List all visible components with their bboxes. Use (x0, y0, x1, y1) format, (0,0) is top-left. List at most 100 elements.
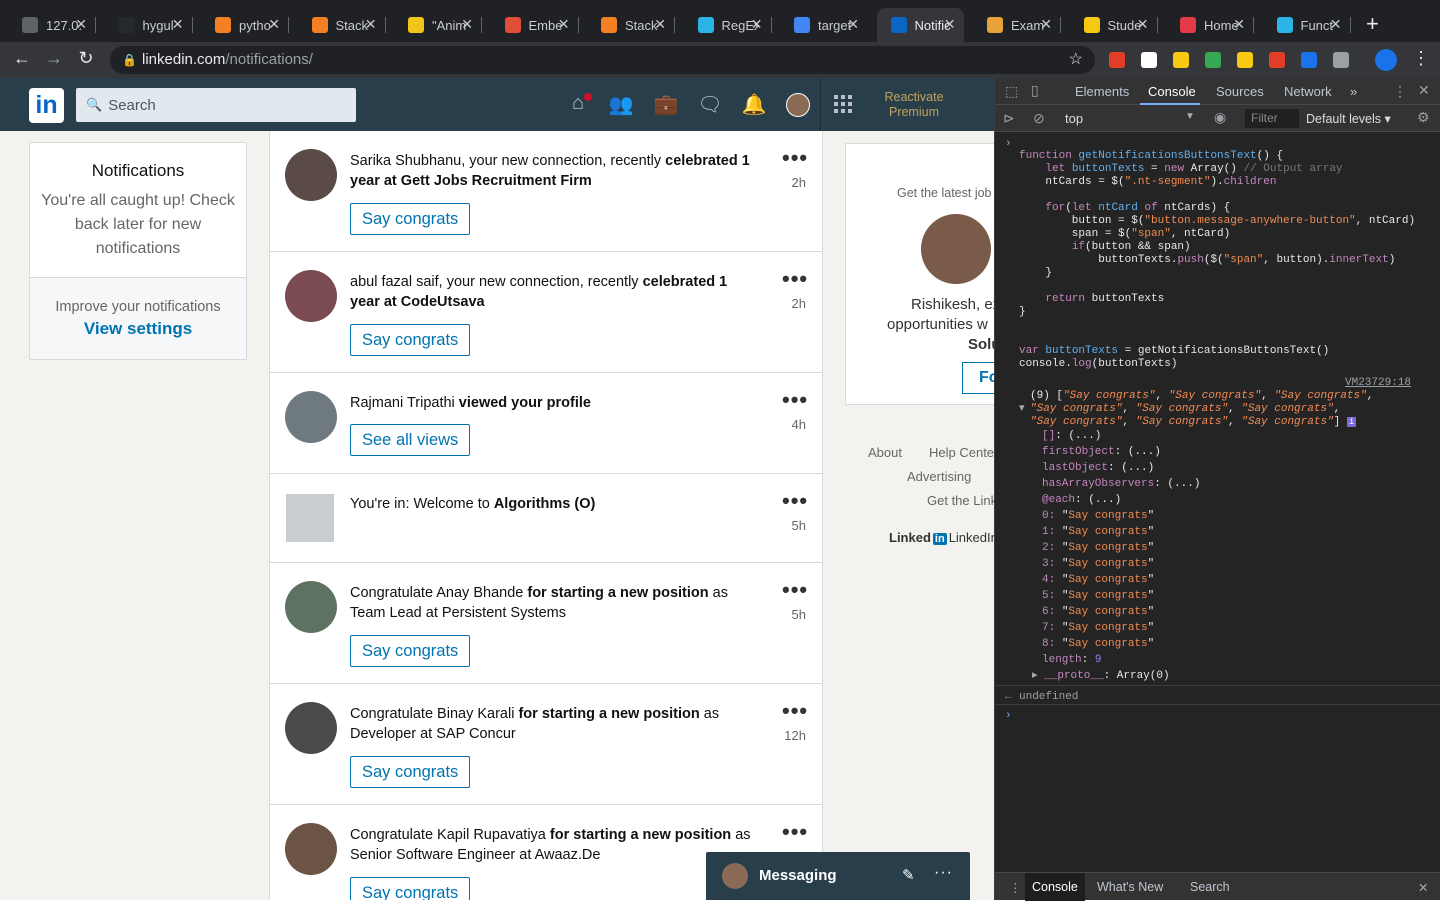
browser-tab[interactable]: Home ✕ (1166, 8, 1254, 42)
notification-text[interactable]: Rajmani Tripathi viewed your profile (350, 393, 760, 413)
tab-close-icon[interactable]: ✕ (75, 16, 87, 33)
footer-help-link[interactable]: Help Center (929, 445, 994, 460)
bookmark-star-icon[interactable]: ☆ (1069, 46, 1083, 74)
notification-avatar[interactable] (285, 581, 337, 633)
say-congrats-button[interactable]: Say congrats (350, 203, 471, 235)
view-settings-link[interactable]: View settings (30, 319, 246, 339)
follow-button[interactable]: Fo (962, 362, 994, 394)
notification-card[interactable]: Congratulate Binay Karali for starting a… (270, 684, 822, 805)
say-congrats-button[interactable]: Say congrats (350, 324, 471, 356)
extension-icon[interactable] (1301, 52, 1317, 68)
notification-card[interactable]: abul fazal saif, your new connection, re… (270, 252, 822, 373)
browser-tab[interactable]: target ✕ (780, 8, 867, 42)
compose-icon[interactable]: ✎ (902, 866, 915, 884)
notification-text[interactable]: Congratulate Kapil Rupavatiya for starti… (350, 825, 760, 865)
me-avatar[interactable] (786, 93, 810, 117)
settings-gear-icon[interactable]: ⚙ (1417, 109, 1430, 126)
jobs-icon[interactable]: 💼 (653, 92, 679, 118)
say-congrats-button[interactable]: Say congrats (350, 877, 471, 900)
notification-avatar[interactable] (285, 702, 337, 754)
see-all-views-button[interactable]: See all views (350, 424, 471, 456)
drawer-tab-console[interactable]: Console (1025, 873, 1085, 901)
notification-avatar[interactable] (285, 391, 337, 443)
notification-text[interactable]: You're in: Welcome to Algorithms (O) (350, 494, 760, 514)
notification-card[interactable]: Congratulate Anay Bhande for starting a … (270, 563, 822, 684)
notification-card[interactable]: Sarika Shubhanu, your new connection, re… (270, 131, 822, 252)
browser-tab[interactable]: Exam ✕ (973, 8, 1061, 42)
tab-close-icon[interactable]: ✕ (847, 16, 859, 33)
notification-avatar[interactable] (285, 270, 337, 322)
notification-card[interactable]: Rajmani Tripathi viewed your profile ••• 4… (270, 373, 822, 474)
drawer-menu-icon[interactable]: ⋮ (1009, 880, 1022, 895)
more-options-icon[interactable]: ••• (782, 698, 808, 724)
drawer-close-icon[interactable]: ✕ (1418, 880, 1428, 895)
tab-close-icon[interactable]: ✕ (268, 16, 280, 33)
browser-tab[interactable]: Stack ✕ (298, 8, 386, 42)
browser-tab[interactable]: hygul ✕ (105, 8, 193, 42)
search-input[interactable]: 🔍 Search (76, 88, 356, 122)
console-prompt-icon[interactable]: › (1005, 710, 1012, 723)
drawer-tab-search[interactable]: Search (1190, 880, 1230, 894)
extension-icon[interactable] (1173, 52, 1189, 68)
extension-icon[interactable] (1109, 52, 1125, 68)
work-grid-icon[interactable] (834, 95, 852, 113)
tab-close-icon[interactable]: ✕ (461, 16, 473, 33)
clear-console-icon[interactable]: ⊘ (1033, 110, 1045, 127)
browser-menu-icon[interactable]: ⋮ (1412, 48, 1430, 69)
browser-tab[interactable]: Stack ✕ (587, 8, 675, 42)
notification-card[interactable]: You're in: Welcome to Algorithms (O) ••• 5… (270, 474, 822, 563)
notification-text[interactable]: Congratulate Anay Bhande for starting a … (350, 583, 760, 623)
browser-tab[interactable]: Embe ✕ (491, 8, 579, 42)
devtools-tab-network[interactable]: Network (1284, 84, 1332, 99)
tab-close-icon[interactable]: ✕ (1330, 16, 1342, 33)
tab-close-icon[interactable]: ✕ (1137, 16, 1149, 33)
notifications-bell-icon[interactable]: 🔔 (741, 92, 767, 118)
console-filter-input[interactable]: Filter (1245, 109, 1299, 128)
devtools-menu-icon[interactable]: ⋮ (1393, 83, 1407, 100)
more-options-icon[interactable]: ••• (782, 145, 808, 171)
notification-text[interactable]: Congratulate Binay Karali for starting a… (350, 704, 760, 744)
more-options-icon[interactable]: ••• (782, 819, 808, 845)
drawer-tab-whats-new[interactable]: What's New (1097, 880, 1163, 894)
more-tabs-icon[interactable]: » (1350, 84, 1357, 99)
live-expression-eye-icon[interactable]: ◉ (1214, 109, 1226, 126)
group-icon[interactable] (286, 494, 334, 542)
notification-avatar[interactable] (285, 149, 337, 201)
notification-avatar[interactable] (285, 823, 337, 875)
footer-get-app-link[interactable]: Get the Link (927, 493, 994, 508)
say-congrats-button[interactable]: Say congrats (350, 635, 471, 667)
notification-text[interactable]: abul fazal saif, your new connection, re… (350, 272, 760, 312)
extension-icon[interactable] (1269, 52, 1285, 68)
tab-close-icon[interactable]: ✕ (654, 16, 666, 33)
more-options-icon[interactable]: ••• (782, 488, 808, 514)
forward-icon[interactable]: → (42, 48, 66, 69)
profile-avatar[interactable] (1375, 49, 1397, 71)
messaging-bar[interactable]: Messaging ✎ ··· (706, 852, 970, 900)
proto-line[interactable]: ▸ __proto__: Array(0) (1032, 670, 1170, 683)
messaging-more-icon[interactable]: ··· (934, 864, 953, 882)
linkedin-logo[interactable]: in (29, 88, 64, 123)
device-toolbar-icon[interactable]: ▯ (1031, 82, 1039, 99)
browser-tab[interactable]: 127.0. ✕ (8, 8, 96, 42)
more-options-icon[interactable]: ••• (782, 266, 808, 292)
extension-icon[interactable] (1205, 52, 1221, 68)
console-output[interactable]: › function getNotificationsButtonsText()… (995, 132, 1440, 872)
devtools-tab-sources[interactable]: Sources (1216, 84, 1264, 99)
sidebar-toggle-icon[interactable]: ⊳ (1003, 110, 1015, 127)
back-icon[interactable]: ← (10, 48, 34, 69)
context-selector[interactable]: top (1065, 111, 1083, 126)
browser-tab[interactable]: Funct ✕ (1263, 8, 1351, 42)
messaging-icon[interactable]: 🗨 (697, 92, 723, 118)
notification-text[interactable]: Sarika Shubhanu, your new connection, re… (350, 151, 760, 191)
devtools-tab-elements[interactable]: Elements (1075, 84, 1129, 99)
inspect-element-icon[interactable]: ⬚ (1005, 83, 1018, 100)
footer-about-link[interactable]: About (868, 445, 902, 460)
say-congrats-button[interactable]: Say congrats (350, 756, 471, 788)
tab-close-icon[interactable]: ✕ (558, 16, 570, 33)
tab-close-icon[interactable]: ✕ (172, 16, 184, 33)
expand-triangle-icon[interactable]: ▾ (1019, 403, 1025, 416)
devtools-close-icon[interactable]: ✕ (1418, 82, 1430, 99)
my-network-icon[interactable]: 👥 (608, 92, 634, 118)
extension-icon[interactable] (1141, 52, 1157, 68)
reactivate-premium-link[interactable]: Reactivate Premium (872, 90, 956, 120)
